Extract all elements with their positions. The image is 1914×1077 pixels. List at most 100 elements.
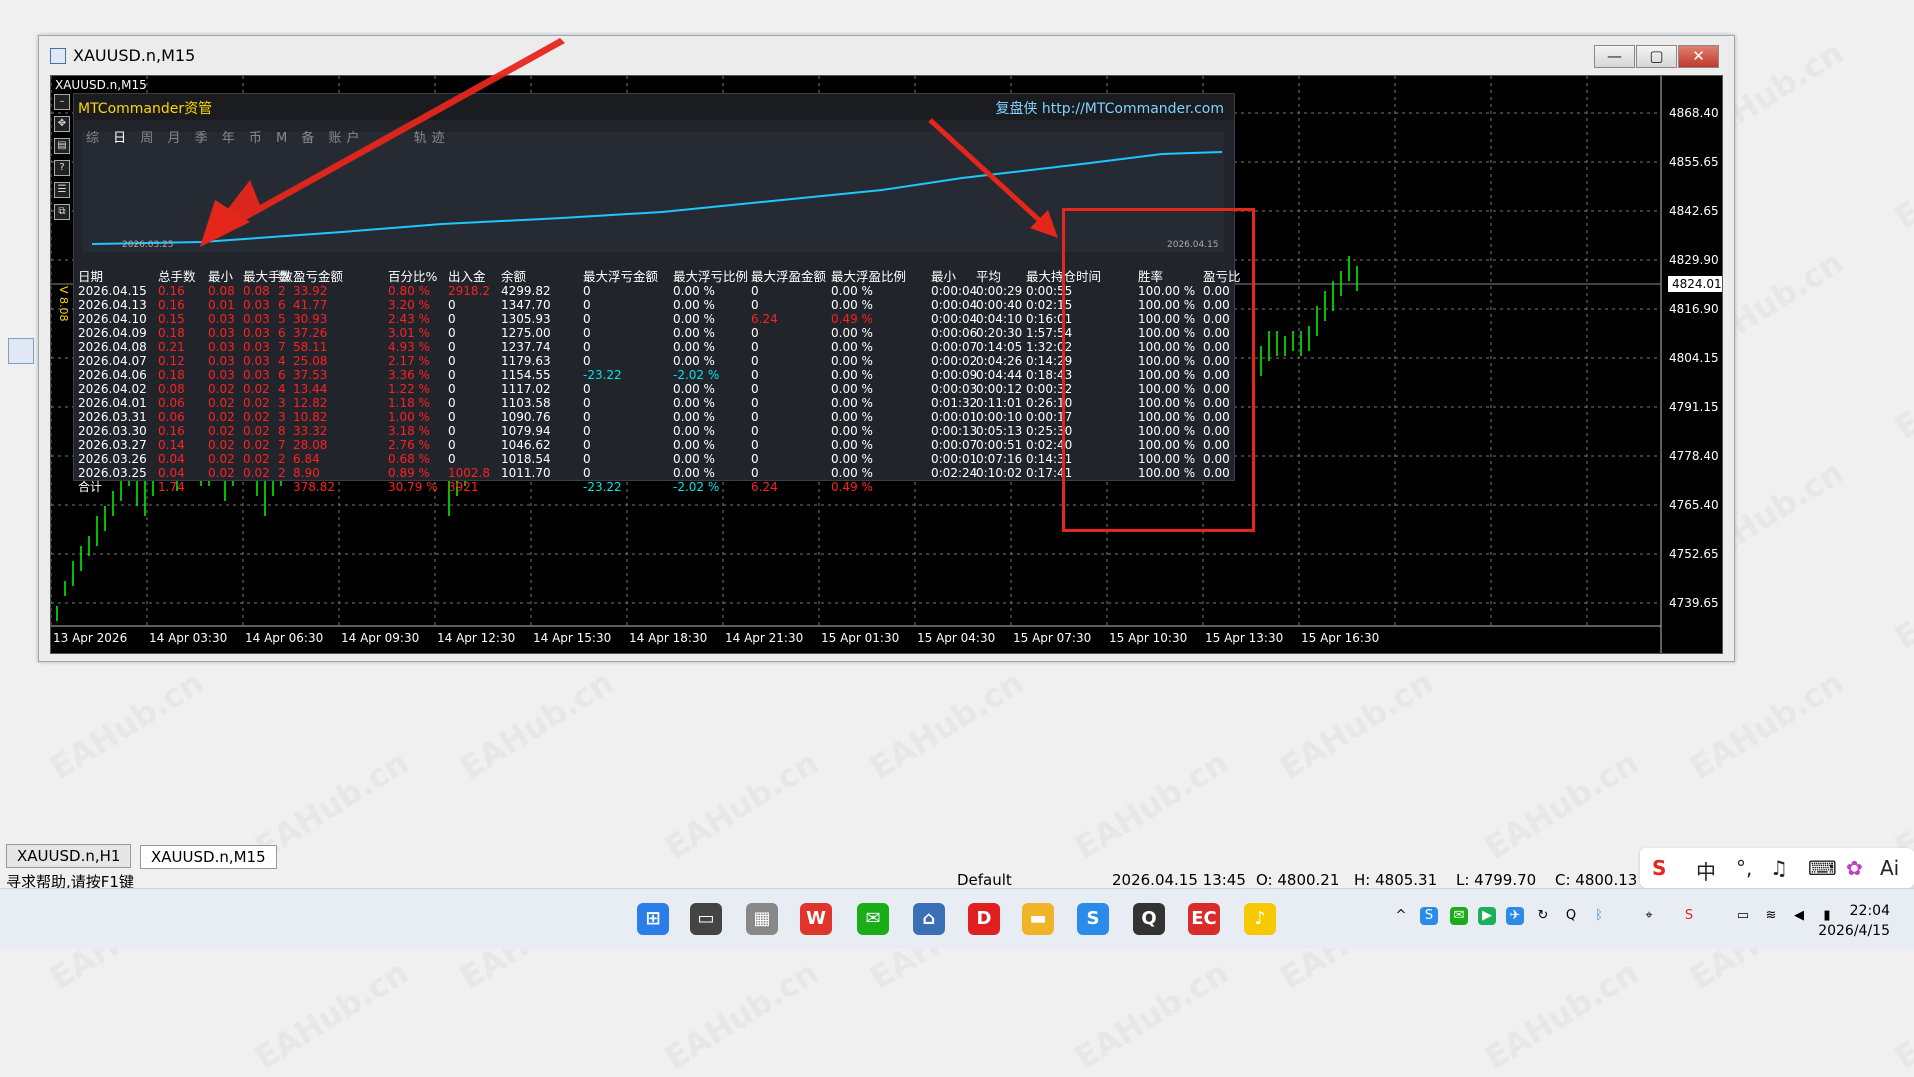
current-price-label: 4824.01 xyxy=(1668,276,1722,292)
minimize-button[interactable]: — xyxy=(1594,45,1635,68)
watermark: EAHub.cn xyxy=(863,662,1030,787)
close-button[interactable]: ✕ xyxy=(1678,45,1719,68)
table-cell: 0.03 xyxy=(243,354,270,368)
ec-icon[interactable]: EC xyxy=(1188,903,1220,935)
tab-trace[interactable]: 轨迹 xyxy=(414,131,450,146)
help-panel-icon[interactable]: ? xyxy=(54,160,70,176)
wps-icon[interactable]: W xyxy=(800,903,832,935)
qq-icon[interactable]: Q xyxy=(1133,903,1165,935)
tray-app3-icon[interactable]: ✈ xyxy=(1506,907,1524,925)
panel-name: MTCommander资管 xyxy=(78,101,213,117)
time-tick: 13 Apr 2026 xyxy=(53,631,128,645)
table-cell: 0:00:01 xyxy=(931,452,978,466)
clock-time: 22:04 xyxy=(1849,903,1890,919)
tab-others[interactable]: 周 月 季 年 币 M 备 账户 xyxy=(140,131,364,146)
table-cell: 0.14 xyxy=(158,438,185,452)
browser-icon[interactable]: S xyxy=(1077,903,1109,935)
equity-curve-canvas xyxy=(91,151,1223,245)
tray-sync-icon[interactable]: ↻ xyxy=(1534,907,1552,925)
table-cell: 3 xyxy=(278,410,286,424)
music-icon[interactable]: ♪ xyxy=(1244,903,1276,935)
taskview-icon[interactable]: ▭ xyxy=(690,903,722,935)
calculator-icon[interactable]: ▦ xyxy=(746,903,778,935)
grid-panel-icon[interactable]: ▤ xyxy=(54,138,70,154)
skin-icon[interactable]: ✿ xyxy=(1846,856,1863,880)
tray-app2-icon[interactable]: ▶ xyxy=(1478,907,1496,925)
network-app-icon[interactable]: ⌂ xyxy=(913,903,945,935)
watermark: EAHub.cn xyxy=(1273,662,1440,787)
tab-daily[interactable]: 日 xyxy=(113,131,131,146)
table-cell: 0:04:10 xyxy=(976,312,1023,326)
table-cell: 1090.76 xyxy=(501,410,551,424)
dingtalk-icon[interactable]: D xyxy=(968,903,1000,935)
column-header: 日期 xyxy=(78,269,104,284)
tray-sogou-icon[interactable]: S xyxy=(1680,907,1698,925)
punctuation-icon[interactable]: °, xyxy=(1736,856,1752,880)
side-chart-icon[interactable] xyxy=(8,338,34,364)
tab-summary[interactable]: 综 xyxy=(86,131,104,146)
table-cell: 0:00:10 xyxy=(976,410,1023,424)
start-icon[interactable]: ⊞ xyxy=(637,903,669,935)
table-cell: 2026.04.01 xyxy=(78,396,147,410)
tray-input-icon[interactable]: ⌖ xyxy=(1640,907,1658,925)
table-cell: 1.18 % xyxy=(388,396,430,410)
tray-wechat-icon[interactable]: ✉ xyxy=(1450,907,1468,925)
list-panel-icon[interactable]: ☰ xyxy=(54,182,70,198)
table-cell: 3 xyxy=(278,396,286,410)
table-cell: 0:00:51 xyxy=(976,438,1023,452)
table-cell: 0:00:07 xyxy=(931,340,978,354)
watermark: EAHub.cn xyxy=(43,662,210,787)
keyboard-icon[interactable]: ⌨ xyxy=(1808,856,1837,880)
clock[interactable]: 22:04 2026/4/15 xyxy=(1818,901,1890,941)
table-cell: 0:14:05 xyxy=(976,340,1023,354)
table-cell: 1305.93 xyxy=(501,312,551,326)
table-cell: 0.08 xyxy=(243,284,270,298)
table-cell: 0:00:04 xyxy=(931,284,978,298)
price-tick: 4868.40 xyxy=(1669,106,1719,120)
price-chart[interactable]: XAUUSD.n,M15 – ✥ ▤ ? ☰ ⧉ V 8.08 4868.40 4… xyxy=(50,75,1723,654)
minimize-panel-icon[interactable]: – xyxy=(54,94,70,110)
wechat-icon[interactable]: ✉ xyxy=(857,903,889,935)
display-icon[interactable]: ▭ xyxy=(1734,907,1752,925)
mic-icon[interactable]: ♫ xyxy=(1770,856,1788,880)
watermark: EAHub.cn xyxy=(1683,662,1850,787)
move-panel-icon[interactable]: ✥ xyxy=(54,116,70,132)
panel-site-link[interactable]: 复盘侠 http://MTCommander.com xyxy=(995,98,1224,118)
volume-icon[interactable]: ◀ xyxy=(1790,907,1808,925)
watermark: EAHub.cn xyxy=(1478,742,1645,867)
tray-chevron-icon[interactable]: ^ xyxy=(1392,907,1410,925)
window-panel-icon[interactable]: ⧉ xyxy=(54,204,70,220)
table-cell: 0 xyxy=(448,298,456,312)
sogou-icon[interactable]: S xyxy=(1652,856,1666,880)
table-cell: 25.08 xyxy=(293,354,328,368)
table-cell: 2026.04.08 xyxy=(78,340,147,354)
bluetooth-icon[interactable]: ᛒ xyxy=(1590,907,1608,925)
watermark: EAHub.cn xyxy=(1068,742,1235,867)
table-cell: 33.32 xyxy=(293,424,328,438)
table-cell: 0.00 % xyxy=(673,424,715,438)
table-cell: 0.00 % xyxy=(673,410,715,424)
ime-lang[interactable]: 中 xyxy=(1696,856,1716,885)
table-cell: 0.02 xyxy=(208,466,235,480)
table-cell: 0.16 xyxy=(158,284,185,298)
column-header: 最小 xyxy=(208,269,234,284)
maximize-button[interactable]: ▢ xyxy=(1636,45,1677,68)
table-cell: -2.02 % xyxy=(673,368,720,382)
tray-app1-icon[interactable]: S xyxy=(1420,907,1438,925)
table-cell: -23.22 xyxy=(583,480,622,494)
table-cell: 3921 xyxy=(448,480,479,494)
tray-qq-icon[interactable]: Q xyxy=(1562,907,1580,925)
table-cell: 1117.02 xyxy=(501,382,551,396)
table-cell: 0 xyxy=(583,424,591,438)
table-cell: 0.00 % xyxy=(831,396,873,410)
table-cell: 4299.82 xyxy=(501,284,551,298)
wifi-icon[interactable]: ≋ xyxy=(1762,907,1780,925)
table-cell: 0 xyxy=(583,340,591,354)
tab-m15[interactable]: XAUUSD.n,M15 xyxy=(140,845,277,869)
table-cell: 0.00 % xyxy=(831,410,873,424)
column-header: 最大浮亏比例 xyxy=(673,269,749,284)
tab-h1[interactable]: XAUUSD.n,H1 xyxy=(6,844,132,868)
folder-icon[interactable]: ▬ xyxy=(1022,903,1054,935)
table-cell: 0 xyxy=(448,340,456,354)
ai-icon[interactable]: Ai xyxy=(1880,856,1899,880)
